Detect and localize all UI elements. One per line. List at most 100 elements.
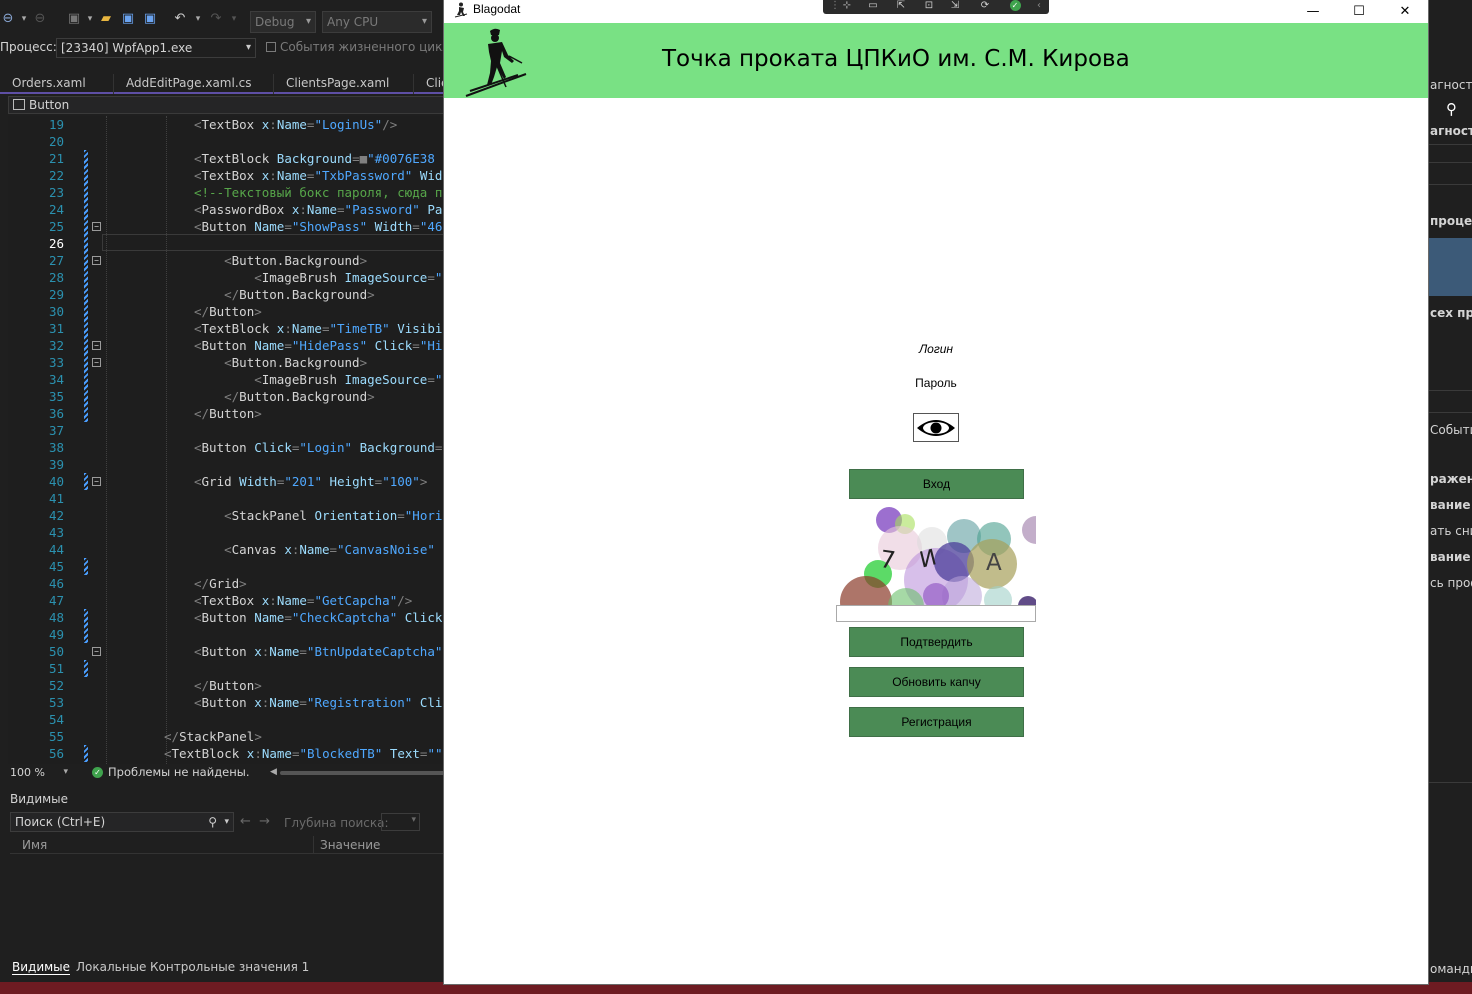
code-line[interactable]: 26 [8, 235, 445, 252]
collapse-toolbar-icon[interactable]: ‹ [1031, 0, 1047, 12]
code-line[interactable]: 53 <Button x:Name="Registration" Cli [8, 694, 445, 711]
scroll-left-icon[interactable]: ◀ [270, 767, 277, 777]
captcha-input[interactable] [836, 605, 1036, 622]
ui-analysis-label[interactable]: вание U [1430, 550, 1472, 564]
code-line[interactable]: 35 </Button.Background> [8, 388, 445, 405]
login-button[interactable]: Вход [849, 469, 1024, 499]
profile-label[interactable]: сь проф [1430, 576, 1472, 590]
autos-search-input[interactable]: Поиск (Ctrl+E) ⚲ ▾ [10, 812, 234, 832]
code-line[interactable]: 21 <TextBlock Background=■"#0076E38 [8, 150, 445, 167]
code-line[interactable]: 45 [8, 558, 445, 575]
code-line[interactable]: 22 <TextBox x:Name="TxbPassword" Wid [8, 167, 445, 184]
code-line[interactable]: 44 <Canvas x:Name="CanvasNoise" [8, 541, 445, 558]
code-line[interactable]: 36 </Button> [8, 405, 445, 422]
tab-watch-1[interactable]: Контрольные значения 1 [150, 960, 309, 974]
code-line[interactable]: 55 </StackPanel> [8, 728, 445, 745]
code-line[interactable]: 19 <TextBox x:Name="LoginUs"/> [8, 116, 445, 133]
minimize-button[interactable]: — [1290, 0, 1336, 23]
tab-locals[interactable]: Локальные [76, 960, 146, 974]
forward-icon[interactable]: ⊖ [32, 11, 48, 27]
navigation-bar[interactable]: Button [8, 96, 445, 114]
tab-addeditpage-xaml-cs[interactable]: AddEditPage.xaml.cs [114, 74, 274, 94]
register-button[interactable]: Регистрация [849, 707, 1024, 737]
code-line[interactable]: 27 − <Button.Background> [8, 252, 445, 269]
redo-dropdown-icon[interactable]: ▾ [226, 11, 242, 27]
code-line[interactable]: 39 [8, 456, 445, 473]
code-line[interactable]: 29 </Button.Background> [8, 286, 445, 303]
problems-status[interactable]: Проблемы не найдены. [108, 765, 249, 779]
zoom-search-icon[interactable]: ⚲ [1446, 100, 1457, 118]
collapse-icon[interactable]: − [92, 477, 101, 486]
code-line[interactable]: 48 <Button Name="CheckCaptcha" Click [8, 609, 445, 626]
expression-label[interactable]: ражение [1430, 472, 1472, 486]
hot-reload-status-icon[interactable]: ✓ [1007, 0, 1023, 12]
save-all-icon[interactable]: ▣ [142, 11, 158, 27]
redo-icon[interactable]: ↷ [208, 11, 224, 27]
column-name[interactable]: Имя [22, 838, 47, 852]
code-line[interactable]: 46 </Grid> [8, 575, 445, 592]
display-adorners-icon[interactable]: ⇱ [893, 0, 909, 12]
code-line[interactable]: 23 <!--Текстовый бокс пароля, сюда п [8, 184, 445, 201]
save-icon[interactable]: ▣ [120, 11, 136, 27]
confirm-captcha-button[interactable]: Подтвердить [849, 627, 1024, 657]
search-icon[interactable]: ⚲ [208, 813, 217, 831]
code-editor[interactable]: 19 <TextBox x:Name="LoginUs"/> 20 21 <TextBl… [8, 116, 445, 764]
collapse-icon[interactable]: − [92, 256, 101, 265]
binding-failures-icon[interactable]: ⇲ [947, 0, 963, 12]
platform-dropdown[interactable]: Any CPU [322, 11, 432, 33]
code-line[interactable]: 32 − <Button Name="HidePass" Click="Hi [8, 337, 445, 354]
collapse-icon[interactable]: − [92, 341, 101, 350]
search-depth-dropdown[interactable] [381, 813, 420, 831]
diagnostics-tab[interactable]: агност [1430, 78, 1472, 92]
code-line[interactable]: 37 [8, 422, 445, 439]
undo-dropdown-icon[interactable]: ▾ [190, 11, 206, 27]
new-project-icon[interactable]: ▣ [66, 11, 82, 27]
tab-clientspage-xaml[interactable]: ClientsPage.xaml [274, 74, 414, 94]
code-line[interactable]: 25 − <Button Name="ShowPass" Width="46 [8, 218, 445, 235]
lifecycle-events[interactable]: События жизненного цикла [266, 40, 457, 54]
horizontal-scrollbar[interactable]: ◀ [270, 767, 445, 778]
code-line[interactable]: 24 <PasswordBox x:Name="Password" Pa [8, 201, 445, 218]
code-line[interactable]: 20 [8, 133, 445, 150]
code-line[interactable]: 38 <Button Click="Login" Background= [8, 439, 445, 456]
code-line[interactable]: 56 <TextBlock x:Name="BlockedTB" Text="" [8, 745, 445, 762]
code-line[interactable]: 34 <ImageBrush ImageSource=" [8, 371, 445, 388]
tab-autos[interactable]: Видимые [12, 960, 71, 975]
code-line[interactable]: 50 − <Button x:Name="BtnUpdateCaptcha" [8, 643, 445, 660]
code-line[interactable]: 47 <TextBox x:Name="GetCapcha"/> [8, 592, 445, 609]
code-line[interactable]: 30 </Button> [8, 303, 445, 320]
close-button[interactable]: ✕ [1382, 0, 1428, 23]
open-folder-icon[interactable]: ▰ [98, 11, 114, 27]
code-line[interactable]: 42 <StackPanel Orientation="Hori [8, 507, 445, 524]
refresh-captcha-button[interactable]: Обновить капчу [849, 667, 1024, 697]
code-line[interactable]: 33 − <Button.Background> [8, 354, 445, 371]
recording-label[interactable]: вание п [1430, 498, 1472, 512]
code-line[interactable]: 31 <TextBlock x:Name="TimeTB" Visibi [8, 320, 445, 337]
zoom-dropdown[interactable]: 100 % [8, 764, 70, 781]
code-line[interactable]: 41 [8, 490, 445, 507]
code-line[interactable]: 54 [8, 711, 445, 728]
hot-reload-icon[interactable]: ⟳ [977, 0, 993, 12]
search-dropdown-icon[interactable]: ▾ [224, 813, 229, 831]
show-password-button[interactable] [913, 413, 959, 442]
maximize-button[interactable]: ☐ [1336, 0, 1382, 23]
code-line[interactable]: 49 [8, 626, 445, 643]
select-element-icon[interactable]: ⊹ [839, 0, 855, 12]
column-value[interactable]: Значение [320, 838, 380, 852]
back-dropdown-icon[interactable]: ▾ [16, 11, 32, 27]
code-line[interactable]: 40 − <Grid Width="201" Height="100"> [8, 473, 445, 490]
code-line[interactable]: 43 [8, 524, 445, 541]
app-titlebar[interactable]: Blagodat ⋮ ⊹ ▭ ⇱ ⊡ ⇲ ⟳ ✓ ‹ — ☐ ✕ [444, 0, 1428, 23]
tab-orders-xaml[interactable]: Orders.xaml [0, 74, 114, 94]
undo-icon[interactable]: ↶ [172, 11, 188, 27]
code-line[interactable]: 28 <ImageBrush ImageSource=" [8, 269, 445, 286]
command-window-tab[interactable]: омандн [1430, 962, 1472, 976]
track-focus-icon[interactable]: ▭ [865, 0, 881, 12]
collapse-icon[interactable]: − [92, 222, 101, 231]
back-icon[interactable]: ⊖ [0, 11, 16, 27]
snapshot-label[interactable]: ать сним [1430, 524, 1472, 538]
configuration-dropdown[interactable]: Debug [250, 11, 316, 33]
new-dropdown-icon[interactable]: ▾ [82, 11, 98, 27]
process-dropdown[interactable]: [23340] WpfApp1.exe [56, 38, 256, 58]
collapse-icon[interactable]: − [92, 647, 101, 656]
